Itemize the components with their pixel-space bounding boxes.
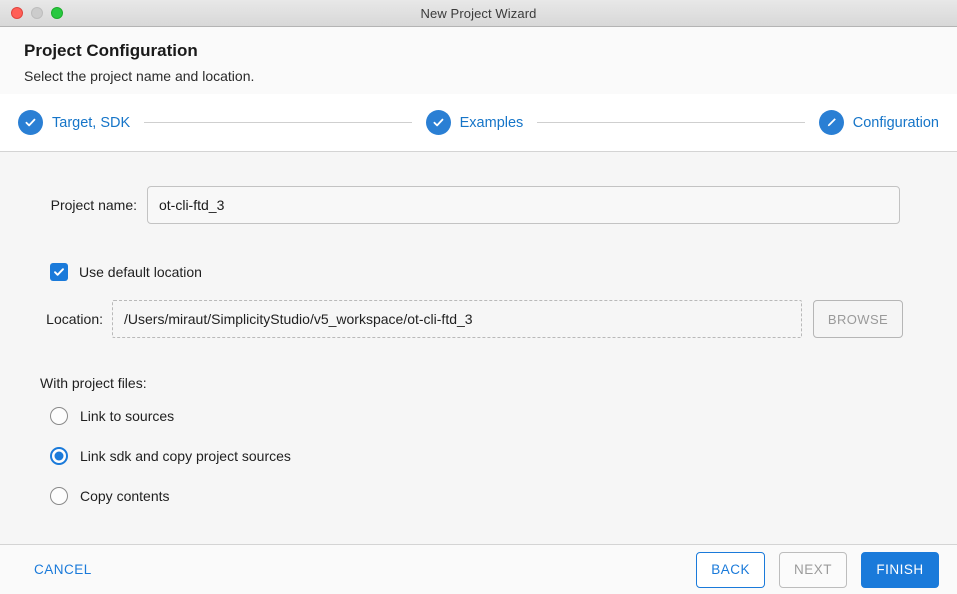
step-examples[interactable]: Examples [425,110,524,135]
back-button[interactable]: BACK [696,551,765,588]
radio-button[interactable] [50,407,68,425]
stepper-connector-2 [537,122,805,123]
page-subtitle: Select the project name and location. [24,68,255,84]
project-name-label: Project name: [50,197,137,213]
project-files-label: With project files: [40,375,147,391]
project-files-group: With project files: Link to sources Link… [0,375,957,510]
project-name-input[interactable] [147,186,900,224]
radio-link-sdk-copy-sources[interactable]: Link sdk and copy project sources [40,442,957,470]
finish-button[interactable]: FINISH [861,551,939,588]
step-configuration[interactable]: Configuration [818,110,939,135]
step-target-sdk[interactable]: Target, SDK [18,110,130,135]
stepper-connector-1 [144,122,412,123]
step-label: Configuration [852,114,939,131]
radio-link-to-sources[interactable]: Link to sources [40,402,957,430]
check-icon [18,110,43,135]
new-project-wizard-window: New Project Wizard Project Configuration… [0,0,957,594]
dialog-body: Project name: Use default location Locat… [0,152,957,545]
radio-label: Link sdk and copy project sources [80,448,291,464]
dialog-footer: CANCEL BACK NEXT FINISH [0,545,957,594]
radio-button[interactable] [50,447,68,465]
check-icon [425,110,451,135]
project-name-row: Project name: [0,186,957,224]
location-input[interactable] [112,300,802,338]
radio-label: Link to sources [80,408,175,424]
window-controls [11,7,63,19]
use-default-location-row[interactable]: Use default location [0,263,957,281]
close-button[interactable] [11,7,23,19]
radio-button[interactable] [50,487,68,505]
use-default-location-checkbox[interactable] [50,263,68,281]
next-button[interactable]: NEXT [778,551,847,588]
radio-label: Copy contents [80,488,170,504]
step-label: Examples [459,114,524,131]
minimize-button[interactable] [31,7,43,19]
dialog-header: Project Configuration Select the project… [0,27,957,94]
page-title: Project Configuration [24,41,198,60]
browse-button[interactable]: BROWSE [813,300,903,338]
step-label: Target, SDK [52,114,131,131]
use-default-location-label: Use default location [79,264,202,280]
pencil-icon [818,110,844,135]
radio-copy-contents[interactable]: Copy contents [40,482,957,510]
maximize-button[interactable] [51,7,63,19]
wizard-stepper: Target, SDK Examples Configuration [0,94,957,152]
window-title: New Project Wizard [420,5,537,21]
window-titlebar: New Project Wizard [0,0,957,27]
location-label: Location: [46,311,103,327]
cancel-button[interactable]: CANCEL [34,556,92,583]
location-row: Location: BROWSE [0,300,957,338]
